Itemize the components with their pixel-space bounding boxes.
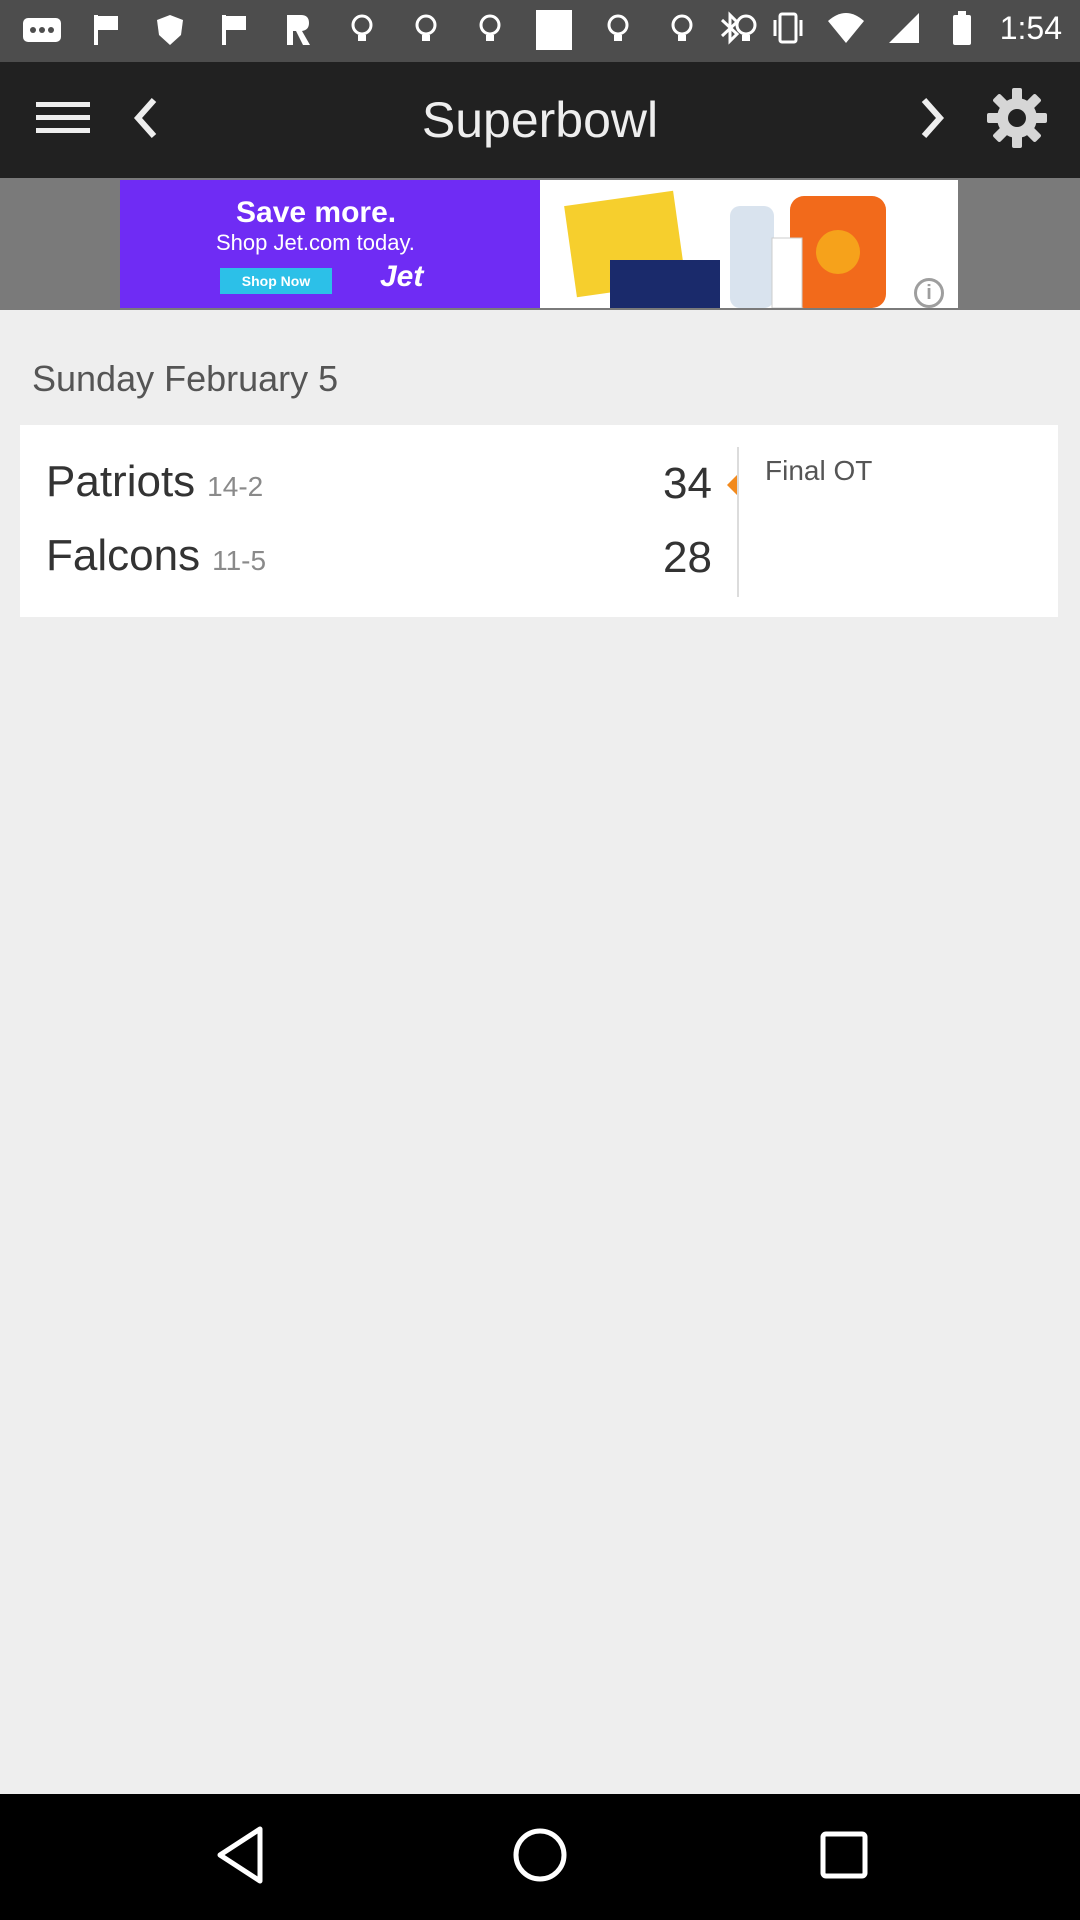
lightbulb-icon [598,10,638,50]
battery-icon [942,8,982,48]
next-button[interactable] [888,62,978,178]
card-divider [737,447,739,597]
ad-info-icon[interactable]: i [914,278,944,308]
chevron-right-icon [918,96,948,145]
notification-icons [22,10,766,50]
lightbulb-icon [470,10,510,50]
ad-shop-now-button[interactable]: Shop Now [220,268,332,294]
date-header: Sunday February 5 [32,358,339,399]
home-circle-icon [512,1827,568,1888]
team-name: Patriots [46,457,196,506]
chevron-left-icon [130,96,160,145]
flag-icon [86,10,126,50]
more-icon [22,10,62,50]
team-score: 34 [663,459,712,508]
team-record: 14-2 [207,471,264,502]
game-status: Final OT [765,455,873,486]
ad-subline: Shop Jet.com today. [216,230,415,255]
lightbulb-icon [342,10,382,50]
previous-button[interactable] [100,62,190,178]
home-button[interactable] [470,1794,610,1920]
square-icon [534,10,574,50]
recents-button[interactable] [774,1794,914,1920]
ad-headline: Save more. [236,196,397,229]
vibrate-icon [768,8,808,48]
gear-icon [985,86,1049,155]
team-row-patriots: Patriots 14-2 [46,457,263,517]
status-bar: 1:54 [0,0,1080,62]
settings-button[interactable] [972,62,1062,178]
lightbulb-icon [662,10,702,50]
team-record: 11-5 [212,545,267,576]
menu-icon [34,98,92,143]
back-button[interactable] [170,1794,310,1920]
ad-brand-logo: Jet [380,260,424,293]
flag-icon [214,10,254,50]
ad-product-image [540,180,958,308]
signal-icon [884,8,924,48]
app-toolbar: Superbowl [0,62,1080,178]
team-row-falcons: Falcons 11-5 [46,531,266,591]
clock: 1:54 [999,9,1062,46]
system-icons: 1:54 [710,8,1062,48]
lightbulb-icon [406,10,446,50]
menu-button[interactable] [18,62,108,178]
back-triangle-icon [212,1825,268,1890]
r-app-icon [278,10,318,50]
team-name: Falcons [46,531,201,580]
recents-square-icon [819,1830,869,1885]
team-score: 28 [663,533,712,582]
ad-banner[interactable]: Save more. Shop Jet.com today. Shop Now … [120,180,958,308]
bluetooth-icon [710,8,750,48]
game-card[interactable]: Patriots 14-2 34 Falcons 11-5 28 Final O… [20,425,1058,617]
wifi-icon [826,8,866,48]
navigation-bar [0,1794,1080,1920]
shield-icon [150,10,190,50]
winner-indicator [727,475,737,495]
